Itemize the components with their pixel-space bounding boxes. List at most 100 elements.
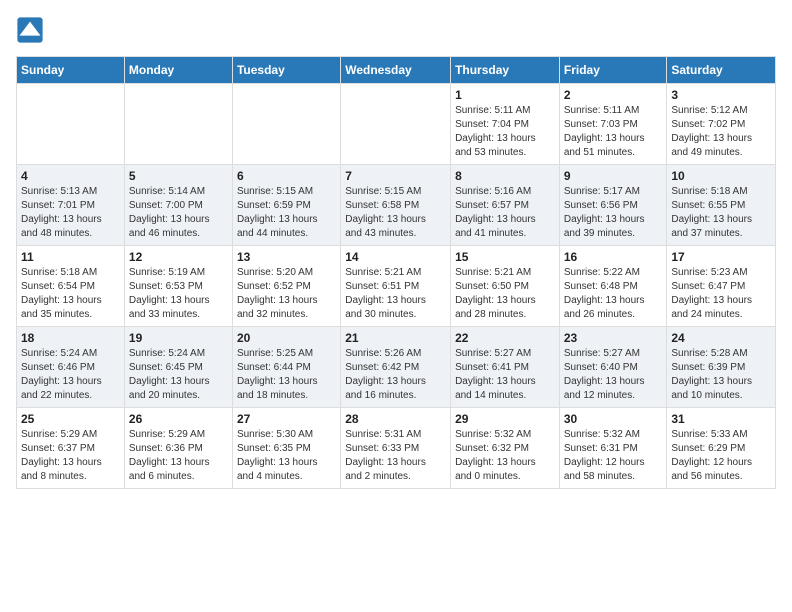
calendar-cell [124, 84, 232, 165]
day-info: Sunrise: 5:28 AM Sunset: 6:39 PM Dayligh… [671, 347, 771, 403]
calendar-cell: 24 Sunrise: 5:28 AM Sunset: 6:39 PM Dayli… [667, 327, 776, 408]
calendar-cell: 1 Sunrise: 5:11 AM Sunset: 7:04 PM Daylig… [451, 84, 560, 165]
week-row-1: 1 Sunrise: 5:11 AM Sunset: 7:04 PM Daylig… [17, 84, 776, 165]
day-number: 15 [455, 250, 555, 264]
day-info: Sunrise: 5:32 AM Sunset: 6:32 PM Dayligh… [455, 428, 555, 484]
day-info: Sunrise: 5:32 AM Sunset: 6:31 PM Dayligh… [564, 428, 663, 484]
week-row-5: 25Sunrise: 5:29 AM Sunset: 6:37 PM Dayli… [17, 408, 776, 489]
day-number: 11 [21, 250, 120, 264]
calendar-cell: 25Sunrise: 5:29 AM Sunset: 6:37 PM Dayli… [17, 408, 125, 489]
day-number: 10 [671, 169, 771, 183]
day-info: Sunrise: 5:20 AM Sunset: 6:52 PM Dayligh… [237, 266, 336, 322]
calendar-cell: 9Sunrise: 5:17 AM Sunset: 6:56 PM Daylig… [559, 165, 667, 246]
header-wednesday: Wednesday [341, 57, 451, 84]
calendar-cell: 19 Sunrise: 5:24 AM Sunset: 6:45 PM Dayli… [124, 327, 232, 408]
calendar-cell: 16Sunrise: 5:22 AM Sunset: 6:48 PM Dayli… [559, 246, 667, 327]
day-info: Sunrise: 5:15 AM Sunset: 6:58 PM Dayligh… [345, 185, 446, 241]
day-info: Sunrise: 5:31 AM Sunset: 6:33 PM Dayligh… [345, 428, 446, 484]
day-info: Sunrise: 5:27 AM Sunset: 6:40 PM Dayligh… [564, 347, 663, 403]
day-info: Sunrise: 5:29 AM Sunset: 6:36 PM Dayligh… [129, 428, 228, 484]
calendar-header-row: SundayMondayTuesdayWednesdayThursdayFrid… [17, 57, 776, 84]
day-number: 12 [129, 250, 228, 264]
calendar-cell: 20 Sunrise: 5:25 AM Sunset: 6:44 PM Dayli… [232, 327, 340, 408]
calendar-cell: 8 Sunrise: 5:16 AM Sunset: 6:57 PM Daylig… [451, 165, 560, 246]
day-number: 14 [345, 250, 446, 264]
day-info: Sunrise: 5:27 AM Sunset: 6:41 PM Dayligh… [455, 347, 555, 403]
day-info: Sunrise: 5:33 AM Sunset: 6:29 PM Dayligh… [671, 428, 771, 484]
calendar-cell: 13 Sunrise: 5:20 AM Sunset: 6:52 PM Dayli… [232, 246, 340, 327]
day-info: Sunrise: 5:11 AM Sunset: 7:03 PM Dayligh… [564, 104, 663, 160]
day-info: Sunrise: 5:24 AM Sunset: 6:45 PM Dayligh… [129, 347, 228, 403]
top-bar [16, 16, 776, 48]
day-info: Sunrise: 5:12 AM Sunset: 7:02 PM Dayligh… [671, 104, 771, 160]
calendar-cell: 12 Sunrise: 5:19 AM Sunset: 6:53 PM Dayli… [124, 246, 232, 327]
header-monday: Monday [124, 57, 232, 84]
day-info: Sunrise: 5:23 AM Sunset: 6:47 PM Dayligh… [671, 266, 771, 322]
week-row-4: 18 Sunrise: 5:24 AM Sunset: 6:46 PM Dayli… [17, 327, 776, 408]
day-info: Sunrise: 5:16 AM Sunset: 6:57 PM Dayligh… [455, 185, 555, 241]
day-number: 3 [671, 88, 771, 102]
day-number: 30 [564, 412, 663, 426]
calendar-cell: 5 Sunrise: 5:14 AM Sunset: 7:00 PM Daylig… [124, 165, 232, 246]
day-number: 19 [129, 331, 228, 345]
calendar-cell: 29 Sunrise: 5:32 AM Sunset: 6:32 PM Dayli… [451, 408, 560, 489]
day-info: Sunrise: 5:19 AM Sunset: 6:53 PM Dayligh… [129, 266, 228, 322]
day-info: Sunrise: 5:18 AM Sunset: 6:54 PM Dayligh… [21, 266, 120, 322]
day-number: 20 [237, 331, 336, 345]
day-info: Sunrise: 5:18 AM Sunset: 6:55 PM Dayligh… [671, 185, 771, 241]
day-info: Sunrise: 5:14 AM Sunset: 7:00 PM Dayligh… [129, 185, 228, 241]
logo [16, 16, 46, 44]
day-number: 16 [564, 250, 663, 264]
calendar-cell: 28Sunrise: 5:31 AM Sunset: 6:33 PM Dayli… [341, 408, 451, 489]
calendar-cell [17, 84, 125, 165]
calendar-cell: 23 Sunrise: 5:27 AM Sunset: 6:40 PM Dayli… [559, 327, 667, 408]
day-number: 31 [671, 412, 771, 426]
day-number: 22 [455, 331, 555, 345]
day-info: Sunrise: 5:25 AM Sunset: 6:44 PM Dayligh… [237, 347, 336, 403]
day-info: Sunrise: 5:24 AM Sunset: 6:46 PM Dayligh… [21, 347, 120, 403]
day-number: 21 [345, 331, 446, 345]
calendar-cell: 2 Sunrise: 5:11 AM Sunset: 7:03 PM Daylig… [559, 84, 667, 165]
calendar-cell: 15 Sunrise: 5:21 AM Sunset: 6:50 PM Dayli… [451, 246, 560, 327]
day-info: Sunrise: 5:21 AM Sunset: 6:50 PM Dayligh… [455, 266, 555, 322]
day-number: 8 [455, 169, 555, 183]
calendar-cell: 26Sunrise: 5:29 AM Sunset: 6:36 PM Dayli… [124, 408, 232, 489]
calendar-cell: 14 Sunrise: 5:21 AM Sunset: 6:51 PM Dayli… [341, 246, 451, 327]
calendar-cell: 18 Sunrise: 5:24 AM Sunset: 6:46 PM Dayli… [17, 327, 125, 408]
calendar-cell: 7 Sunrise: 5:15 AM Sunset: 6:58 PM Daylig… [341, 165, 451, 246]
day-number: 4 [21, 169, 120, 183]
day-info: Sunrise: 5:15 AM Sunset: 6:59 PM Dayligh… [237, 185, 336, 241]
calendar-cell: 3 Sunrise: 5:12 AM Sunset: 7:02 PM Daylig… [667, 84, 776, 165]
calendar-cell: 22 Sunrise: 5:27 AM Sunset: 6:41 PM Dayli… [451, 327, 560, 408]
day-info: Sunrise: 5:21 AM Sunset: 6:51 PM Dayligh… [345, 266, 446, 322]
header-friday: Friday [559, 57, 667, 84]
day-number: 7 [345, 169, 446, 183]
calendar-cell: 4 Sunrise: 5:13 AM Sunset: 7:01 PM Daylig… [17, 165, 125, 246]
day-number: 24 [671, 331, 771, 345]
day-number: 18 [21, 331, 120, 345]
calendar-cell: 17Sunrise: 5:23 AM Sunset: 6:47 PM Dayli… [667, 246, 776, 327]
day-info: Sunrise: 5:13 AM Sunset: 7:01 PM Dayligh… [21, 185, 120, 241]
day-number: 13 [237, 250, 336, 264]
calendar-cell: 27 Sunrise: 5:30 AM Sunset: 6:35 PM Dayli… [232, 408, 340, 489]
day-info: Sunrise: 5:26 AM Sunset: 6:42 PM Dayligh… [345, 347, 446, 403]
week-row-3: 11 Sunrise: 5:18 AM Sunset: 6:54 PM Dayli… [17, 246, 776, 327]
day-number: 6 [237, 169, 336, 183]
day-number: 1 [455, 88, 555, 102]
header-sunday: Sunday [17, 57, 125, 84]
calendar-cell: 10 Sunrise: 5:18 AM Sunset: 6:55 PM Dayli… [667, 165, 776, 246]
generalblue-logo-icon [16, 16, 44, 44]
day-number: 2 [564, 88, 663, 102]
day-number: 5 [129, 169, 228, 183]
calendar-table: SundayMondayTuesdayWednesdayThursdayFrid… [16, 56, 776, 489]
header-tuesday: Tuesday [232, 57, 340, 84]
day-info: Sunrise: 5:11 AM Sunset: 7:04 PM Dayligh… [455, 104, 555, 160]
calendar-cell: 11 Sunrise: 5:18 AM Sunset: 6:54 PM Dayli… [17, 246, 125, 327]
day-number: 23 [564, 331, 663, 345]
day-number: 27 [237, 412, 336, 426]
header-saturday: Saturday [667, 57, 776, 84]
day-number: 29 [455, 412, 555, 426]
calendar-cell [341, 84, 451, 165]
day-info: Sunrise: 5:30 AM Sunset: 6:35 PM Dayligh… [237, 428, 336, 484]
calendar-cell [232, 84, 340, 165]
